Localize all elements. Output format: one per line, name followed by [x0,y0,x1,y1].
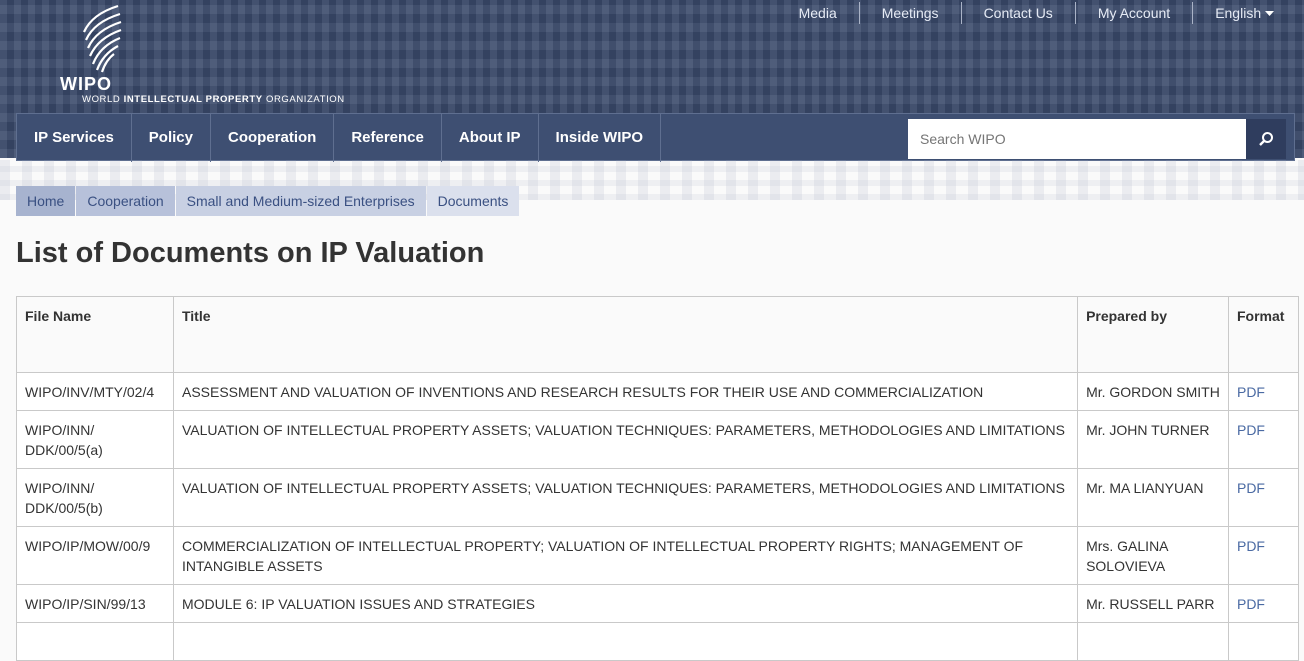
format-cell: PDF [1227,584,1300,623]
file-name-cell: WIPO/IP/SIN/99/13 [16,584,174,623]
nav-reference[interactable]: Reference [334,114,442,162]
author-cell: Mrs. GALINA SOLOVIEVA [1077,526,1229,585]
file-name-cell: WIPO/INV/MTY/02/4 [16,372,174,411]
file-name-cell: WIPO/INN/ DDK/00/5(a) [16,410,174,469]
title-cell [172,622,1079,661]
format-cell: PDF [1227,468,1300,527]
author-cell: Mr. MA LIANYUAN [1077,468,1229,527]
table-row: WIPO/IP/SIN/99/13 MODULE 6: IP VALUATION… [16,584,1300,623]
table-header-row: File Name Title Prepared by Format [16,296,1300,373]
title-cell: VALUATION OF INTELLECTUAL PROPERTY ASSET… [172,468,1079,527]
breadcrumb-home[interactable]: Home [16,186,76,216]
search-input[interactable] [908,119,1246,159]
site-header: WIPO WORLD INTELLECTUAL PROPERTY ORGANIZ… [0,0,1304,162]
breadcrumb-sme[interactable]: Small and Medium-sized Enterprises [175,186,426,216]
title-cell: MODULE 6: IP VALUATION ISSUES AND STRATE… [172,584,1079,623]
documents-table: File Name Title Prepared by Format WIPO/… [16,296,1300,661]
pdf-link[interactable]: PDF [1237,384,1265,400]
top-links: Media Meetings Contact Us My Account Eng… [777,2,1278,24]
main-nav: IP Services Policy Cooperation Reference… [16,113,1295,162]
nav-ip-services[interactable]: IP Services [17,114,132,162]
file-name-cell: WIPO/INN/ DDK/00/5(b) [16,468,174,527]
logo-wordmark: WIPO [60,74,112,94]
column-header-prepared-by: Prepared by [1077,296,1229,373]
column-header-title: Title [172,296,1079,373]
pdf-link[interactable]: PDF [1237,596,1265,612]
format-cell [1227,622,1300,661]
nav-inside-wipo[interactable]: Inside WIPO [539,114,662,162]
wipo-globe-icon [82,4,122,73]
column-header-format: Format [1227,296,1300,373]
page-title: List of Documents on IP Valuation [16,237,485,269]
org-name-part: WORLD [82,94,124,105]
column-header-file-name: File Name [16,296,174,373]
pdf-link[interactable]: PDF [1237,480,1265,496]
language-selector[interactable]: English [1192,2,1278,24]
breadcrumb-documents[interactable]: Documents [426,186,520,216]
format-cell: PDF [1227,526,1300,585]
nav-about-ip[interactable]: About IP [442,114,539,162]
file-name-cell: WIPO/IP/MOW/00/9 [16,526,174,585]
table-row: WIPO/INN/ DDK/00/5(b) VALUATION OF INTEL… [16,468,1300,527]
author-cell: Mr. GORDON SMITH [1077,372,1229,411]
pdf-link[interactable]: PDF [1237,538,1265,554]
language-label: English [1215,5,1262,21]
author-cell [1077,622,1229,661]
file-name-cell [16,622,174,661]
top-link-contact-us[interactable]: Contact Us [960,2,1075,24]
title-cell: ASSESSMENT AND VALUATION OF INVENTIONS A… [172,372,1079,411]
pdf-link[interactable]: PDF [1237,422,1265,438]
format-cell: PDF [1227,410,1300,469]
format-cell: PDF [1227,372,1300,411]
title-cell: VALUATION OF INTELLECTUAL PROPERTY ASSET… [172,410,1079,469]
table-row: WIPO/INV/MTY/02/4 ASSESSMENT AND VALUATI… [16,372,1300,411]
nav-cooperation[interactable]: Cooperation [211,114,335,162]
search-box [908,119,1286,159]
search-button[interactable] [1246,119,1286,159]
search-icon [1259,132,1273,146]
title-cell: COMMERCIALIZATION OF INTELLECTUAL PROPER… [172,526,1079,585]
top-link-media[interactable]: Media [777,2,859,24]
table-row: WIPO/INN/ DDK/00/5(a) VALUATION OF INTEL… [16,410,1300,469]
breadcrumb: Home Cooperation Small and Medium-sized … [16,186,520,216]
nav-policy[interactable]: Policy [132,114,211,162]
author-cell: Mr. RUSSELL PARR [1077,584,1229,623]
table-row: WIPO/IP/MOW/00/9 COMMERCIALIZATION OF IN… [16,526,1300,585]
org-name-bold: INTELLECTUAL PROPERTY [123,94,263,105]
author-cell: Mr. JOHN TURNER [1077,410,1229,469]
org-name-part: ORGANIZATION [262,94,345,105]
logo-org-name: WORLD INTELLECTUAL PROPERTY ORGANIZATION [82,94,345,105]
chevron-down-icon [1265,11,1274,17]
table-row [16,622,1300,661]
breadcrumb-cooperation[interactable]: Cooperation [76,186,175,216]
top-link-meetings[interactable]: Meetings [858,2,961,24]
wipo-logo[interactable]: WIPO WORLD INTELLECTUAL PROPERTY ORGANIZ… [60,2,370,108]
top-link-my-account[interactable]: My Account [1074,2,1192,24]
